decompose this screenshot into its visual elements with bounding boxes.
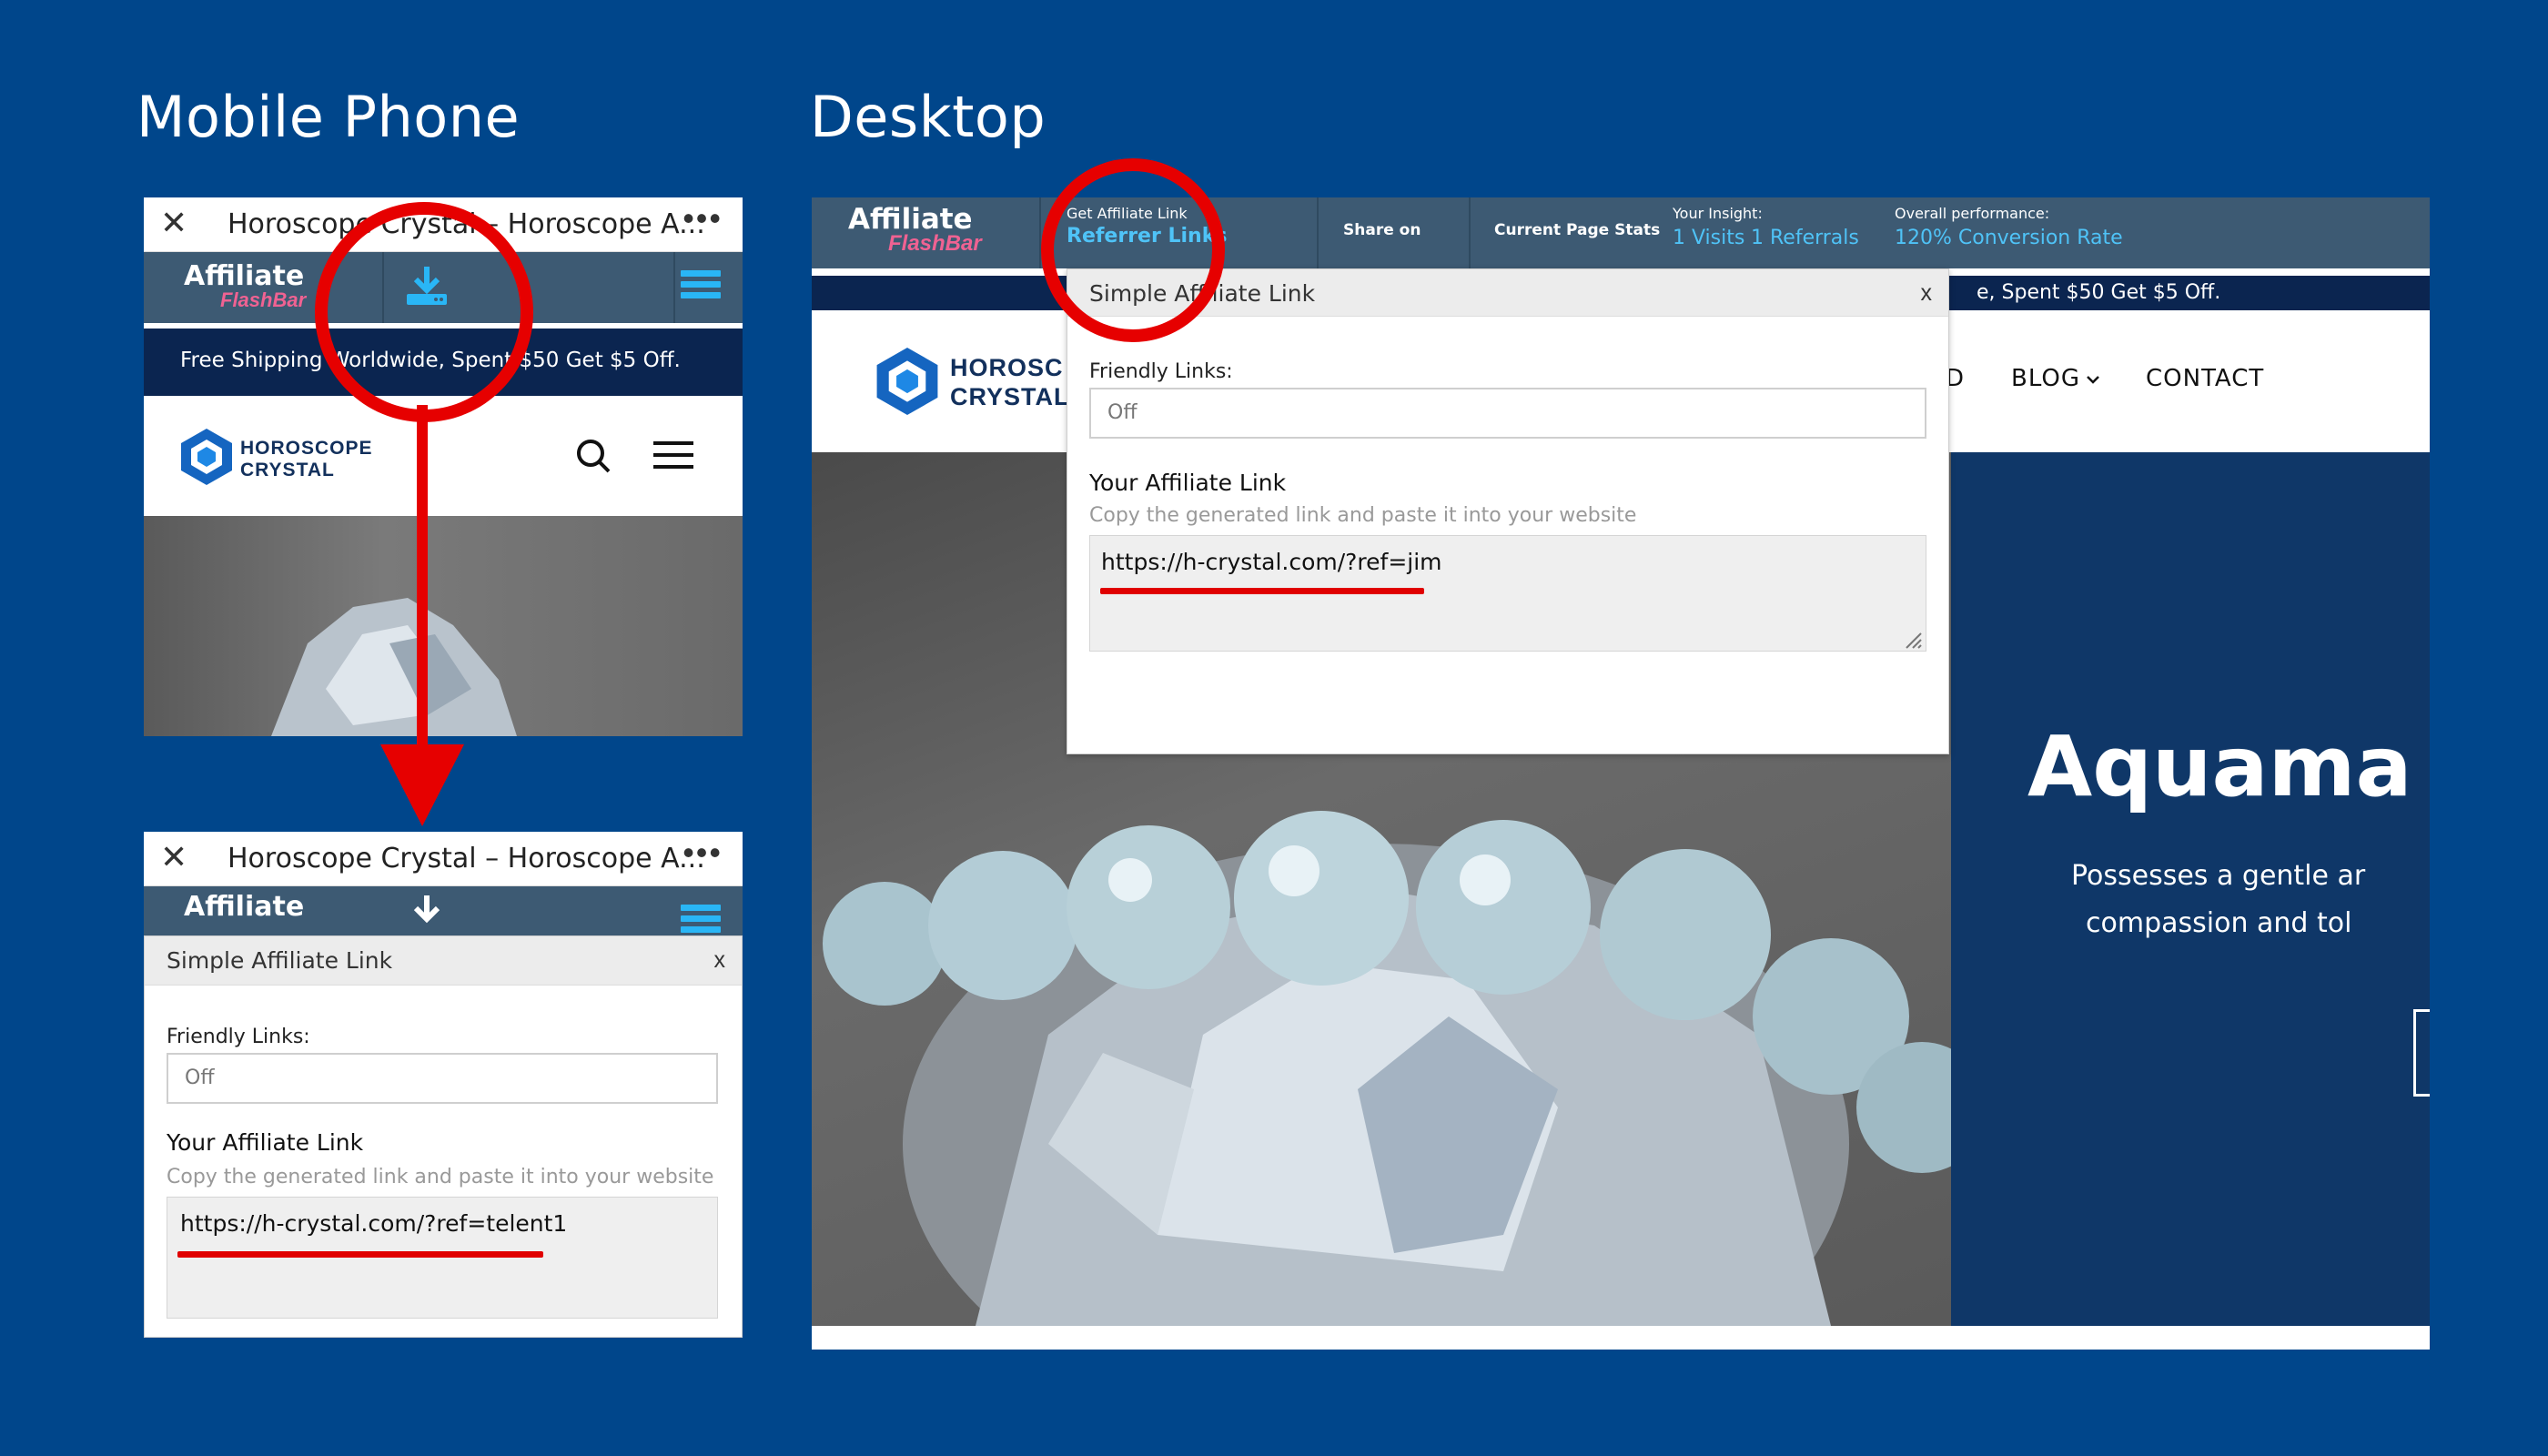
insight-referrals[interactable]: 1 Referrals xyxy=(1751,227,1859,249)
resize-handle-icon[interactable] xyxy=(1903,630,1923,650)
insight-label: Your Insight: xyxy=(1673,205,1763,222)
hero-text-1: Possesses a gentle ar xyxy=(2071,860,2366,892)
desktop-link-underline-highlight xyxy=(1100,588,1424,594)
popup-header: Simple Affiliate Link x xyxy=(145,936,742,986)
desktop-shipping-text: e, Spent $50 Get $5 Off. xyxy=(1977,281,2221,304)
site-logo-text-2: CRYSTAL xyxy=(240,460,335,480)
highlight-circle-mobile xyxy=(315,202,533,422)
friendly-links-field[interactable]: Off xyxy=(167,1053,718,1104)
friendly-links-label: Friendly Links: xyxy=(167,1026,310,1048)
menu-icon[interactable] xyxy=(681,905,721,937)
insight-visits[interactable]: 1 Visits xyxy=(1673,227,1744,249)
highlight-circle-desktop xyxy=(1041,158,1225,342)
desktop-logo-text-1: HOROSC xyxy=(950,354,1064,381)
heading-desktop: Desktop xyxy=(810,84,1046,150)
desktop-affiliate-popup: Simple Affiliate Link x Friendly Links: … xyxy=(1067,268,1949,754)
desktop-logo-text-2: CRYSTAL xyxy=(950,383,1070,410)
mobile-flashbar-2: Affiliate xyxy=(144,886,743,937)
close-icon[interactable]: ✕ xyxy=(160,205,187,242)
desktop-friendly-links-label: Friendly Links: xyxy=(1089,360,1233,383)
link-underline-highlight xyxy=(177,1251,543,1258)
heading-mobile: Mobile Phone xyxy=(136,84,521,150)
current-page-stats-label[interactable]: Current Page Stats xyxy=(1494,221,1660,239)
arrow-shaft xyxy=(417,405,428,751)
popup-close-button[interactable]: x xyxy=(714,947,726,974)
desktop-flashbar-logo[interactable]: Affiliate FlashBar xyxy=(848,205,982,255)
desktop-affiliate-link-hint: Copy the generated link and paste it int… xyxy=(1089,504,1637,527)
search-icon[interactable] xyxy=(575,438,612,474)
download-icon[interactable] xyxy=(403,894,450,937)
site-logo-icon[interactable] xyxy=(178,427,235,487)
menu-icon[interactable] xyxy=(681,270,721,303)
hero-title: Aquama xyxy=(2027,718,2412,815)
desktop-frame: Aquama Possesses a gentle ar compassion … xyxy=(812,197,2430,1350)
desktop-hero-panel: Aquama Possesses a gentle ar compassion … xyxy=(1951,452,2430,1326)
desktop-popup-close-button[interactable]: x xyxy=(1921,280,1933,307)
affiliate-link-heading: Your Affiliate Link xyxy=(167,1129,364,1156)
hero-button[interactable] xyxy=(2413,1009,2430,1097)
mobile-affiliate-popup: Simple Affiliate Link x Friendly Links: … xyxy=(144,935,743,1338)
desktop-friendly-links-field[interactable]: Off xyxy=(1089,388,1926,439)
performance-value[interactable]: 120% Conversion Rate xyxy=(1895,227,2123,249)
performance-label: Overall performance: xyxy=(1895,205,2050,222)
hamburger-icon[interactable] xyxy=(653,440,693,470)
nav-item-contact[interactable]: CONTACT xyxy=(2146,365,2264,392)
nav-item-blog[interactable]: BLOG xyxy=(2011,365,2080,392)
popup-title: Simple Affiliate Link xyxy=(167,947,393,974)
close-icon[interactable]: ✕ xyxy=(160,839,187,876)
more-icon[interactable]: ••• xyxy=(682,199,723,238)
chevron-down-icon xyxy=(2087,376,2099,384)
mobile-hero-image xyxy=(144,516,743,736)
desktop-affiliate-link-heading: Your Affiliate Link xyxy=(1089,470,1287,496)
share-on-label[interactable]: Share on xyxy=(1343,221,1421,239)
site-logo-text-1: HOROSCOPE xyxy=(240,438,373,459)
arrow-down-icon xyxy=(380,744,464,826)
more-icon[interactable]: ••• xyxy=(682,834,723,872)
hero-text-2: compassion and tol xyxy=(2086,907,2352,939)
flashbar-logo[interactable]: Affiliate FlashBar xyxy=(184,263,306,310)
affiliate-link-hint: Copy the generated link and paste it int… xyxy=(167,1166,714,1188)
affiliate-link-textarea[interactable]: https://h-crystal.com/?ref=telent1 xyxy=(167,1197,718,1319)
flashbar-logo-2[interactable]: Affiliate xyxy=(184,894,304,921)
desktop-site-logo-icon[interactable] xyxy=(874,345,941,418)
mobile-browser-bar-2: ✕ Horoscope Crystal – Horoscope A... ••• xyxy=(144,832,743,886)
mobile-frame-bottom: ✕ Horoscope Crystal – Horoscope A... •••… xyxy=(144,832,743,1338)
mobile-page-title-2: Horoscope Crystal – Horoscope A... xyxy=(228,843,705,875)
